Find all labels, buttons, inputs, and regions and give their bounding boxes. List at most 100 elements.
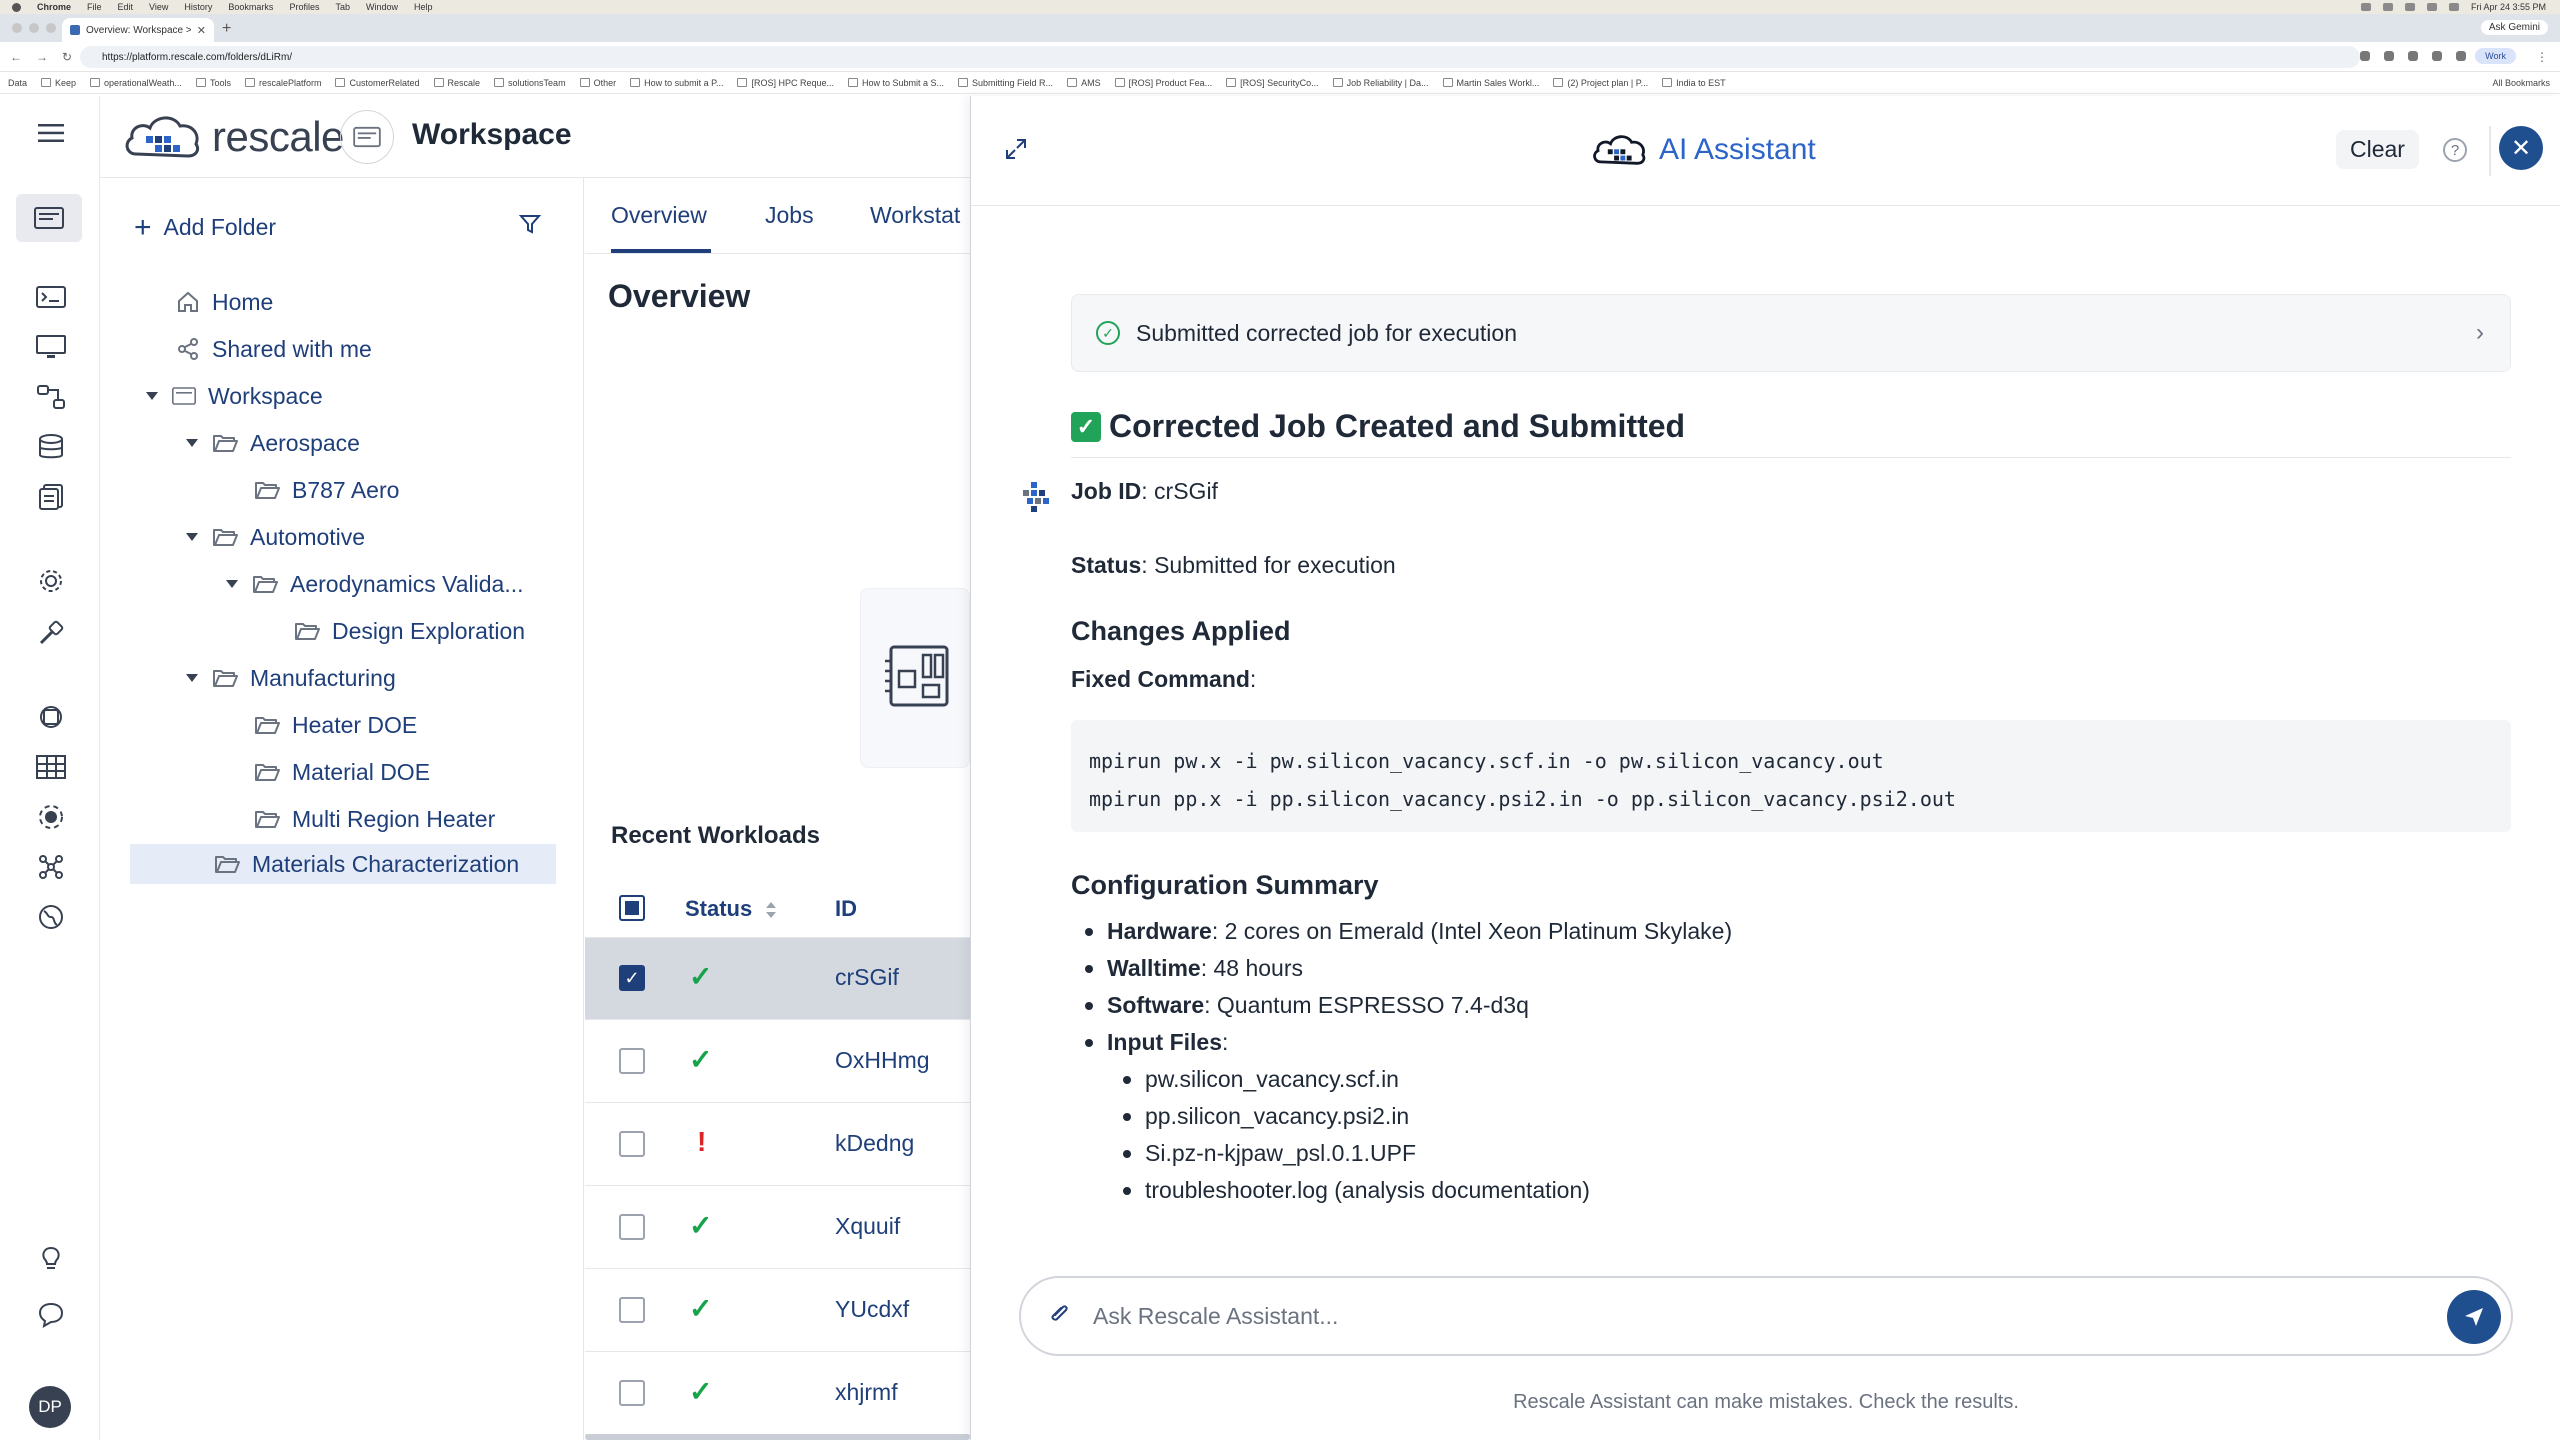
tab-jobs[interactable]: Jobs [765,202,814,229]
workflow-icon[interactable] [36,382,66,412]
menu-chrome[interactable]: Chrome [37,2,71,12]
wifi-icon[interactable] [2426,3,2437,11]
bookmark-item[interactable]: rescalePlatform [245,78,322,88]
menu-view[interactable]: View [149,2,168,12]
send-button[interactable] [2447,1290,2501,1344]
chat-icon[interactable] [36,1300,66,1330]
bookmark-item[interactable]: Job Reliability | Da... [1333,78,1429,88]
horizontal-scrollbar[interactable] [585,1434,970,1440]
attach-icon[interactable] [1047,1301,1077,1332]
bookmark-item[interactable]: Other [580,78,617,88]
tab-workstations[interactable]: Workstat [870,202,960,229]
battery-icon[interactable] [2448,3,2459,11]
tree-item-heater-doe[interactable]: Heater DOE [254,705,417,745]
minimize-window-icon[interactable] [29,23,39,33]
plugin-icon[interactable] [36,802,66,832]
tray-icon[interactable] [2404,3,2415,11]
tree-item-materials-characterization[interactable]: Materials Characterization [214,844,519,884]
all-bookmarks-button[interactable]: All Bookmarks [2492,78,2550,88]
table-row[interactable]: ✓ xhjrmf [585,1353,970,1435]
storage-icon[interactable] [36,432,66,462]
zoom-window-icon[interactable] [46,23,56,33]
back-icon[interactable]: ← [10,50,22,64]
bookmark-item[interactable]: CustomerRelated [335,78,419,88]
new-tab-button[interactable]: + [222,20,231,38]
column-header-id[interactable]: ID [835,896,857,922]
job-id-link[interactable]: OxHHmg [835,1047,930,1074]
clear-button[interactable]: Clear [2336,130,2419,169]
menu-icon[interactable] [36,118,66,148]
network-icon[interactable] [36,852,66,882]
table-row[interactable]: ✓ Xquuif [585,1187,970,1269]
files-icon[interactable] [36,482,66,512]
job-id-link[interactable]: YUcdxf [835,1296,909,1323]
extension-icon[interactable] [2432,51,2442,61]
sort-icon[interactable] [764,900,778,920]
tree-item-b787[interactable]: B787 Aero [254,470,399,510]
bookmark-item[interactable]: How to Submit a S... [848,78,944,88]
job-id-link[interactable]: Xquuif [835,1213,900,1240]
code-block[interactable]: mpirun pw.x -i pw.silicon_vacancy.scf.in… [1071,720,2511,832]
bookmark-item[interactable]: How to submit a P... [630,78,723,88]
tree-item-shared[interactable]: Shared with me [176,329,372,369]
forward-icon[interactable]: → [36,50,48,64]
menu-window[interactable]: Window [366,2,398,12]
extension-icon[interactable] [2408,51,2418,61]
terminal-icon[interactable] [36,282,66,312]
expand-icon[interactable] [1005,138,1027,167]
job-id-link[interactable]: crSGif [835,964,899,991]
bookmark-item[interactable]: Data [8,78,27,88]
bookmark-item[interactable]: operationalWeath... [90,78,182,88]
globe-icon[interactable] [36,902,66,932]
bookmark-star-icon[interactable] [2384,51,2394,61]
menu-profiles[interactable]: Profiles [289,2,319,12]
row-checkbox[interactable] [619,1297,645,1323]
tree-item-manufacturing[interactable]: Manufacturing [184,658,396,698]
job-id-link[interactable]: kDedng [835,1130,914,1157]
chip-icon[interactable] [36,702,66,732]
lightbulb-icon[interactable] [36,1244,66,1274]
tree-item-design-exploration[interactable]: Design Exploration [294,611,525,651]
menu-history[interactable]: History [184,2,212,12]
assistant-input[interactable] [1093,1302,2393,1330]
browser-menu-icon[interactable]: ⋮ [2536,50,2548,64]
workspace-icon[interactable] [16,194,82,242]
row-checkbox[interactable] [619,1380,645,1406]
tree-item-aerospace[interactable]: Aerospace [184,423,360,463]
bookmark-item[interactable]: [ROS] HPC Reque... [737,78,834,88]
profile-button[interactable]: Work [2475,48,2516,64]
menu-edit[interactable]: Edit [118,2,134,12]
apple-icon[interactable] [12,2,21,12]
table-icon[interactable] [36,752,66,782]
ask-gemini-button[interactable]: Ask Gemini [2480,20,2548,35]
zoom-icon[interactable] [2360,51,2370,61]
overview-card[interactable] [860,588,970,768]
bookmark-item[interactable]: Martin Sales Workl... [1443,78,1540,88]
tree-item-material-doe[interactable]: Material DOE [254,752,430,792]
bookmark-item[interactable]: India to EST [1662,78,1726,88]
bookmark-item[interactable]: [ROS] SecurityCo... [1226,78,1319,88]
address-bar[interactable]: https://platform.rescale.com/folders/dLi… [80,46,2360,68]
table-row[interactable]: ✓ OxHHmg [585,1021,970,1103]
table-row[interactable]: ✓ ✓ crSGif [585,938,970,1020]
tool-step-card[interactable]: ✓ Submitted corrected job for execution … [1071,294,2511,372]
bookmark-item[interactable]: [ROS] Product Fea... [1115,78,1213,88]
caret-down-icon[interactable] [184,529,200,545]
table-row[interactable]: ! kDedng [585,1104,970,1186]
bookmark-item[interactable]: Rescale [434,78,481,88]
menu-bookmarks[interactable]: Bookmarks [228,2,273,12]
settings-icon[interactable] [36,566,66,596]
tray-icon[interactable] [2382,3,2393,11]
extension-icon[interactable] [2456,51,2466,61]
select-all-checkbox[interactable] [619,895,645,921]
close-assistant-button[interactable]: ✕ [2499,126,2543,170]
row-checkbox[interactable]: ✓ [619,965,645,991]
tree-item-home[interactable]: Home [176,282,273,322]
menu-help[interactable]: Help [414,2,433,12]
bookmark-item[interactable]: Keep [41,78,76,88]
menu-file[interactable]: File [87,2,102,12]
caret-down-icon[interactable] [144,388,160,404]
close-tab-icon[interactable]: ✕ [197,24,206,37]
filter-icon[interactable] [518,212,542,241]
bookmark-item[interactable]: Submitting Field R... [958,78,1053,88]
